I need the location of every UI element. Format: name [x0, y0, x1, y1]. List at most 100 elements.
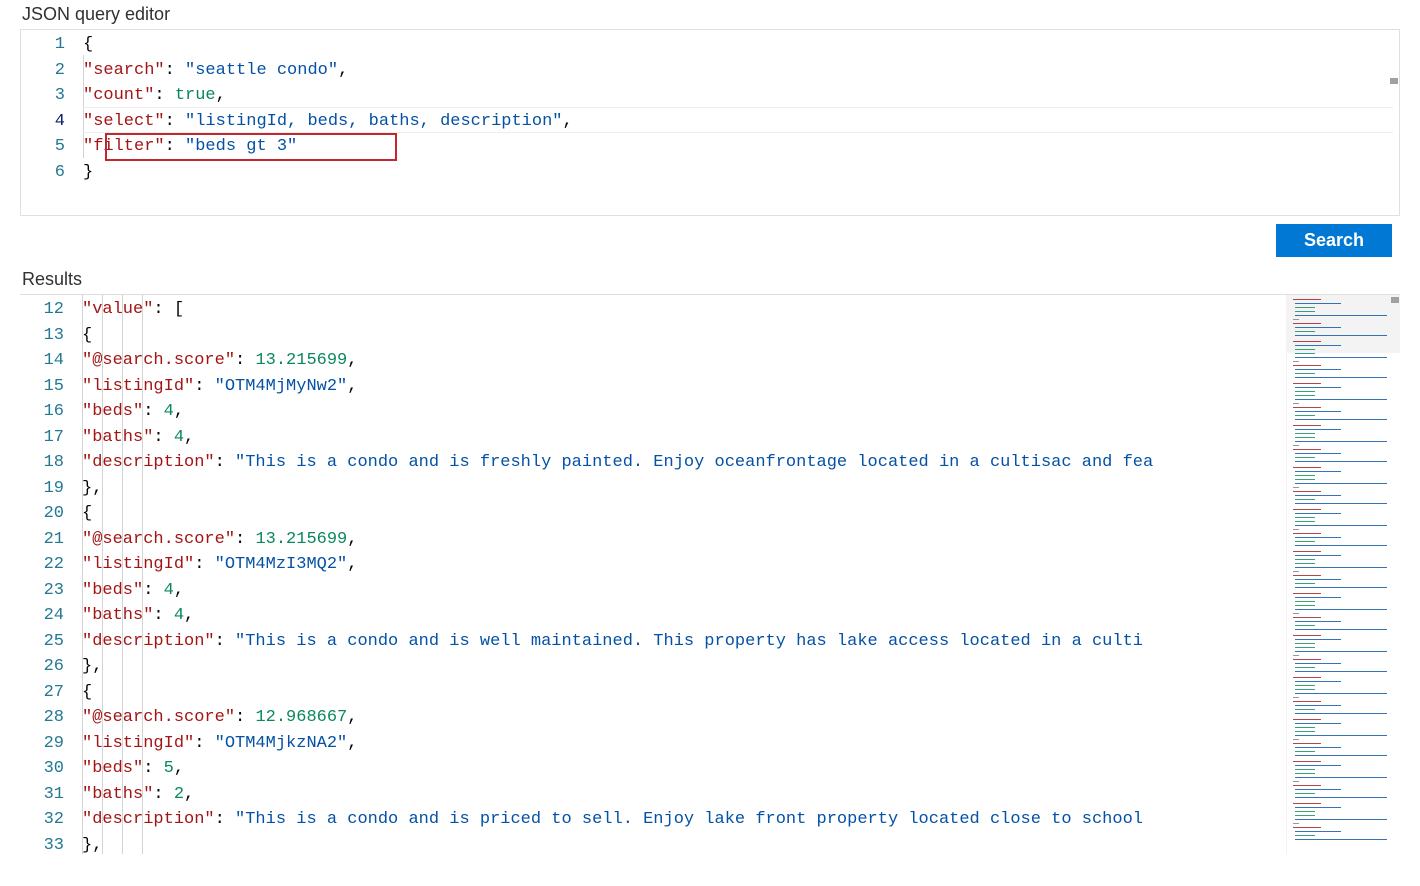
code-line[interactable]: {	[82, 501, 1286, 527]
query-gutter: 123456	[21, 30, 83, 215]
minimap-line	[1295, 651, 1387, 652]
minimap-line	[1295, 597, 1341, 598]
minimap-line	[1295, 647, 1315, 648]
code-line[interactable]: "listingId": "OTM4MzI3MQ2",	[82, 552, 1286, 578]
line-number: 30	[20, 756, 64, 782]
minimap-line	[1293, 365, 1321, 366]
results-label: Results	[22, 269, 1420, 290]
code-line[interactable]: "filter": "beds gt 3"	[83, 134, 1399, 160]
minimap-line	[1295, 429, 1341, 430]
code-line[interactable]: "baths": 4,	[82, 425, 1286, 451]
code-line[interactable]: "description": "This is a condo and is w…	[82, 629, 1286, 655]
code-line[interactable]: "value": [	[82, 297, 1286, 323]
minimap-line	[1295, 377, 1387, 378]
minimap-line	[1295, 807, 1341, 808]
minimap-line	[1295, 789, 1341, 790]
json-query-editor[interactable]: 123456 { "search": "seattle condo", "cou…	[20, 29, 1400, 216]
minimap-line	[1295, 625, 1315, 626]
minimap-line	[1295, 349, 1315, 350]
minimap-line	[1295, 587, 1387, 588]
minimap-line	[1295, 357, 1387, 358]
code-line[interactable]: "count": true,	[83, 83, 1399, 109]
minimap-line	[1295, 331, 1315, 332]
line-number: 24	[20, 603, 64, 629]
line-number: 19	[20, 476, 64, 502]
line-number: 27	[20, 680, 64, 706]
minimap-line	[1295, 605, 1315, 606]
minimap-line	[1295, 525, 1387, 526]
minimap-line	[1295, 839, 1387, 840]
minimap-line	[1295, 437, 1315, 438]
code-line[interactable]: "baths": 4,	[82, 603, 1286, 629]
minimap-line	[1295, 727, 1315, 728]
minimap-line	[1295, 621, 1341, 622]
minimap-line	[1295, 777, 1387, 778]
code-line[interactable]: "listingId": "OTM4MjkzNA2",	[82, 731, 1286, 757]
minimap-line	[1295, 517, 1315, 518]
code-line[interactable]: "baths": 2,	[82, 782, 1286, 808]
minimap-line	[1293, 613, 1299, 614]
minimap-line	[1293, 407, 1321, 408]
code-line[interactable]: "beds": 5,	[82, 756, 1286, 782]
minimap-line	[1293, 697, 1299, 698]
minimap-line	[1293, 571, 1299, 572]
minimap-line	[1293, 827, 1321, 828]
search-button[interactable]: Search	[1276, 224, 1392, 257]
minimap-line	[1295, 335, 1387, 336]
results-code-area[interactable]: "value": [ { "@search.score": 13.215699,…	[82, 295, 1286, 854]
minimap-line	[1295, 345, 1341, 346]
minimap-line	[1293, 529, 1299, 530]
minimap-line	[1295, 723, 1341, 724]
code-line[interactable]: "@search.score": 13.215699,	[82, 527, 1286, 553]
minimap-line	[1295, 671, 1387, 672]
code-line[interactable]: "search": "seattle condo",	[83, 58, 1399, 84]
line-number: 23	[20, 578, 64, 604]
minimap-line	[1295, 395, 1315, 396]
minimap-line	[1293, 803, 1321, 804]
minimap-line	[1293, 491, 1321, 492]
minimap-line	[1295, 643, 1315, 644]
results-viewer[interactable]: 1213141516171819202122232425262728293031…	[20, 294, 1400, 854]
minimap-line	[1295, 471, 1341, 472]
minimap-line	[1293, 823, 1299, 824]
minimap-line	[1295, 751, 1315, 752]
minimap-line	[1293, 509, 1321, 510]
minimap-line	[1295, 513, 1341, 514]
code-line[interactable]: },	[82, 654, 1286, 680]
minimap-line	[1295, 639, 1341, 640]
line-number: 32	[20, 807, 64, 833]
minimap-line	[1295, 559, 1315, 560]
code-line[interactable]: "beds": 4,	[82, 399, 1286, 425]
code-line[interactable]: "description": "This is a condo and is f…	[82, 450, 1286, 476]
code-line[interactable]: "beds": 4,	[82, 578, 1286, 604]
code-line[interactable]: {	[82, 323, 1286, 349]
line-number: 16	[20, 399, 64, 425]
minimap-line	[1295, 769, 1315, 770]
minimap-line	[1295, 461, 1387, 462]
code-line[interactable]: },	[82, 833, 1286, 855]
code-line[interactable]: "@search.score": 12.968667,	[82, 705, 1286, 731]
line-number: 4	[21, 109, 65, 135]
minimap-line	[1295, 765, 1341, 766]
minimap-line	[1293, 743, 1321, 744]
overview-ruler-mark	[1391, 297, 1399, 303]
minimap-line	[1293, 323, 1321, 324]
code-line[interactable]: "listingId": "OTM4MjMyNw2",	[82, 374, 1286, 400]
code-line[interactable]: "description": "This is a condo and is p…	[82, 807, 1286, 833]
query-editor-label: JSON query editor	[22, 4, 1420, 25]
line-number: 2	[21, 58, 65, 84]
minimap-line	[1293, 445, 1299, 446]
minimap-line	[1295, 609, 1387, 610]
code-line[interactable]: {	[83, 32, 1399, 58]
minimap-line	[1295, 373, 1315, 374]
code-line[interactable]: },	[82, 476, 1286, 502]
minimap-line	[1293, 425, 1321, 426]
code-line[interactable]: "@search.score": 13.215699,	[82, 348, 1286, 374]
minimap-line	[1293, 551, 1321, 552]
code-line[interactable]: {	[82, 680, 1286, 706]
code-line[interactable]: }	[83, 160, 1399, 186]
query-code-area[interactable]: { "search": "seattle condo", "count": tr…	[83, 30, 1399, 215]
minimap-line	[1295, 705, 1341, 706]
minimap[interactable]	[1286, 295, 1400, 854]
code-line[interactable]: "select": "listingId, beds, baths, descr…	[83, 109, 1399, 135]
